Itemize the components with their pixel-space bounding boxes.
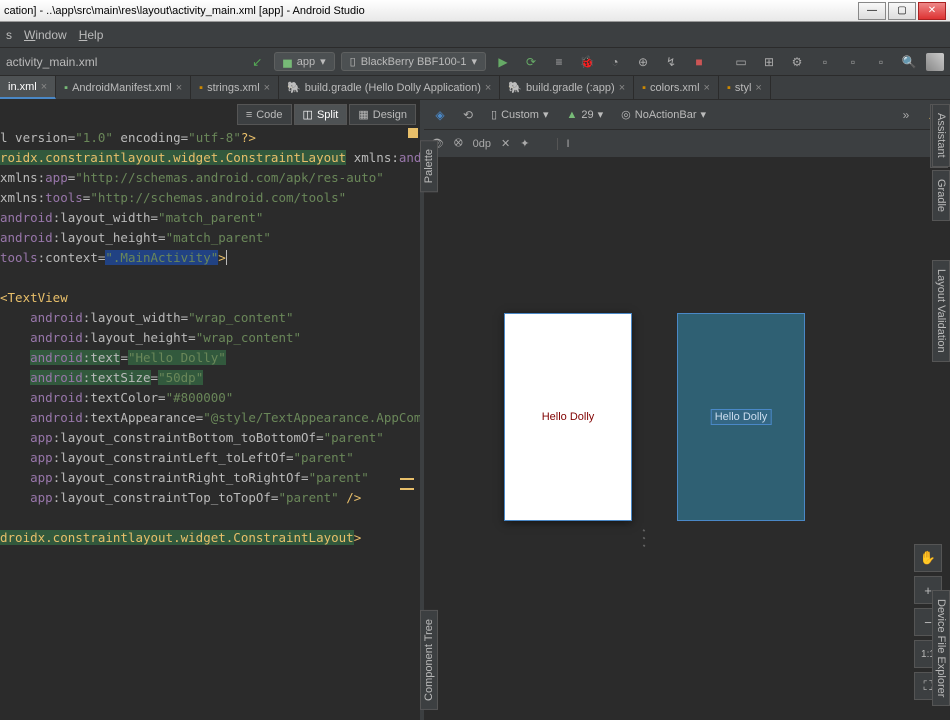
close-icon[interactable]: × — [264, 82, 270, 94]
preview-light[interactable]: Hello Dolly — [504, 313, 632, 521]
menu-window[interactable]: Window — [24, 28, 67, 42]
android-icon: ▅ — [283, 55, 291, 68]
code-view-button[interactable]: ≡Code — [237, 104, 292, 125]
tab-build-gradle-module[interactable]: 🐘build.gradle (:app)× — [500, 76, 634, 99]
menu-s[interactable]: s — [6, 28, 12, 42]
toolbar-icon-3[interactable]: ↯ — [660, 51, 682, 73]
surface-icon[interactable]: ◈ — [430, 105, 450, 125]
tab-styles[interactable]: ▪styl× — [719, 76, 771, 99]
design-view-button[interactable]: ▦Design — [349, 104, 416, 125]
warning-marker[interactable] — [408, 128, 418, 138]
code-text[interactable]: l version="1.0" encoding="utf-8"?> roidx… — [0, 100, 420, 548]
window-title: cation] - ..\app\src\main\res\layout\act… — [4, 5, 858, 17]
toolbar-icon-4[interactable]: ⚙ — [786, 51, 808, 73]
xml-icon: ▪ — [727, 82, 731, 94]
xml-icon: ▪ — [199, 82, 203, 94]
navigation-bar: activity_main.xml ↙ ▅ app ▾ ▯ BlackBerry… — [0, 48, 950, 76]
module-dropdown[interactable]: ▅ app ▾ — [274, 52, 334, 71]
layout-validation-tab[interactable]: Layout Validation — [932, 260, 950, 362]
component-tree-tab[interactable]: Component Tree — [420, 610, 438, 710]
more-icon[interactable]: » — [896, 105, 916, 125]
minimize-button[interactable]: — — [858, 2, 886, 20]
code-editor[interactable]: ≡Code ◫Split ▦Design l version="1.0" enc… — [0, 100, 420, 720]
breadcrumb[interactable]: activity_main.xml — [6, 55, 240, 69]
device-dropdown[interactable]: ▯ BlackBerry BBF100-1 ▾ — [341, 52, 486, 71]
close-icon[interactable]: × — [41, 81, 47, 93]
infer-constraints-icon[interactable]: ✦ — [520, 137, 529, 150]
android-icon: ▲ — [567, 109, 578, 121]
apply-changes-icon[interactable]: ⟳ — [520, 51, 542, 73]
preview-text: Hello Dolly — [542, 411, 595, 423]
toolbar-icon-6[interactable]: ▫ — [842, 51, 864, 73]
close-icon[interactable]: × — [619, 82, 625, 94]
search-icon[interactable]: 🔍 — [898, 51, 920, 73]
chevron-down-icon: ▾ — [471, 55, 477, 68]
gradle-tab[interactable]: Gradle — [932, 170, 950, 221]
toolbar-icon-1[interactable]: ≡ — [548, 51, 570, 73]
titlebar: cation] - ..\app\src\main\res\layout\act… — [0, 0, 950, 22]
run-icon[interactable]: ▶ — [492, 51, 514, 73]
orientation-icon[interactable]: ⟲ — [458, 105, 478, 125]
resize-handle-icon[interactable]: ⋰ — [631, 525, 656, 550]
theme-selector[interactable]: ◎NoActionBar▾ — [616, 105, 711, 124]
phone-icon: ▯ — [350, 55, 356, 68]
close-icon[interactable]: × — [704, 82, 710, 94]
toolbar-icon-2[interactable]: ⊕ — [632, 51, 654, 73]
sync-icon[interactable]: ↙ — [246, 51, 268, 73]
close-icon[interactable]: × — [755, 82, 761, 94]
tab-strings[interactable]: ▪strings.xml× — [191, 76, 279, 99]
design-canvas[interactable]: Hello Dolly Hello Dolly ⋰ ✋ + − 1:1 ⛶ — [424, 158, 950, 720]
stop-icon[interactable]: ■ — [688, 51, 710, 73]
tab-activity-main[interactable]: in.xml× — [0, 76, 56, 99]
menubar: s Window Help — [0, 22, 950, 48]
toolbar-icon-7[interactable]: ▫ — [870, 51, 892, 73]
margin-label[interactable]: 0dp — [473, 138, 491, 150]
sdkmanager-icon[interactable]: ⊞ — [758, 51, 780, 73]
close-icon[interactable]: × — [176, 82, 182, 94]
magnet-icon[interactable]: ⭙ — [454, 137, 463, 150]
tab-colors[interactable]: ▪colors.xml× — [634, 76, 719, 99]
assistant-tab[interactable]: Assistant — [932, 104, 950, 167]
gradle-icon: 🐘 — [508, 81, 522, 94]
close-button[interactable]: ✕ — [918, 2, 946, 20]
pan-icon[interactable]: ✋ — [914, 544, 942, 572]
design-toolbar-2: 👁 ⭙ 0dp ✕ ✦ I ? — [424, 130, 950, 158]
maximize-button[interactable]: ▢ — [888, 2, 916, 20]
profile-icon[interactable]: ◔ — [604, 51, 626, 73]
avdmanager-icon[interactable]: ▭ — [730, 51, 752, 73]
toolbar-icon-5[interactable]: ▫ — [814, 51, 836, 73]
split-view-button[interactable]: ◫Split — [294, 104, 348, 125]
tab-manifest[interactable]: ▪AndroidManifest.xml× — [56, 76, 191, 99]
preview-text: Hello Dolly — [711, 409, 772, 425]
editor-tabs: in.xml× ▪AndroidManifest.xml× ▪strings.x… — [0, 76, 950, 100]
gutter-warning-icon[interactable] — [400, 488, 414, 490]
debug-icon[interactable]: 🐞 — [576, 51, 598, 73]
chevron-down-icon: ▾ — [320, 55, 326, 68]
align-icon[interactable]: I — [557, 138, 569, 150]
gradle-icon: 🐘 — [287, 81, 301, 94]
tab-build-gradle-app[interactable]: 🐘build.gradle (Hello Dolly Application)× — [279, 76, 500, 99]
palette-tab[interactable]: Palette — [420, 140, 438, 192]
clear-constraints-icon[interactable]: ✕ — [501, 137, 510, 150]
preview-blueprint[interactable]: Hello Dolly — [677, 313, 805, 521]
design-toolbar: ◈ ⟲ ▯Custom▾ ▲29▾ ◎NoActionBar▾ » ⚠ — [424, 100, 950, 130]
menu-help[interactable]: Help — [79, 28, 104, 42]
api-selector[interactable]: ▲29▾ — [562, 105, 609, 124]
device-file-explorer-tab[interactable]: Device File Explorer — [932, 590, 950, 706]
close-icon[interactable]: × — [485, 82, 491, 94]
device-selector[interactable]: ▯Custom▾ — [486, 105, 554, 124]
design-panel: ◈ ⟲ ▯Custom▾ ▲29▾ ◎NoActionBar▾ » ⚠ 👁 ⭙ … — [424, 100, 950, 720]
gutter-warning-icon[interactable] — [400, 478, 414, 480]
manifest-icon: ▪ — [64, 82, 68, 94]
avatar[interactable] — [926, 53, 944, 71]
xml-icon: ▪ — [642, 82, 646, 94]
